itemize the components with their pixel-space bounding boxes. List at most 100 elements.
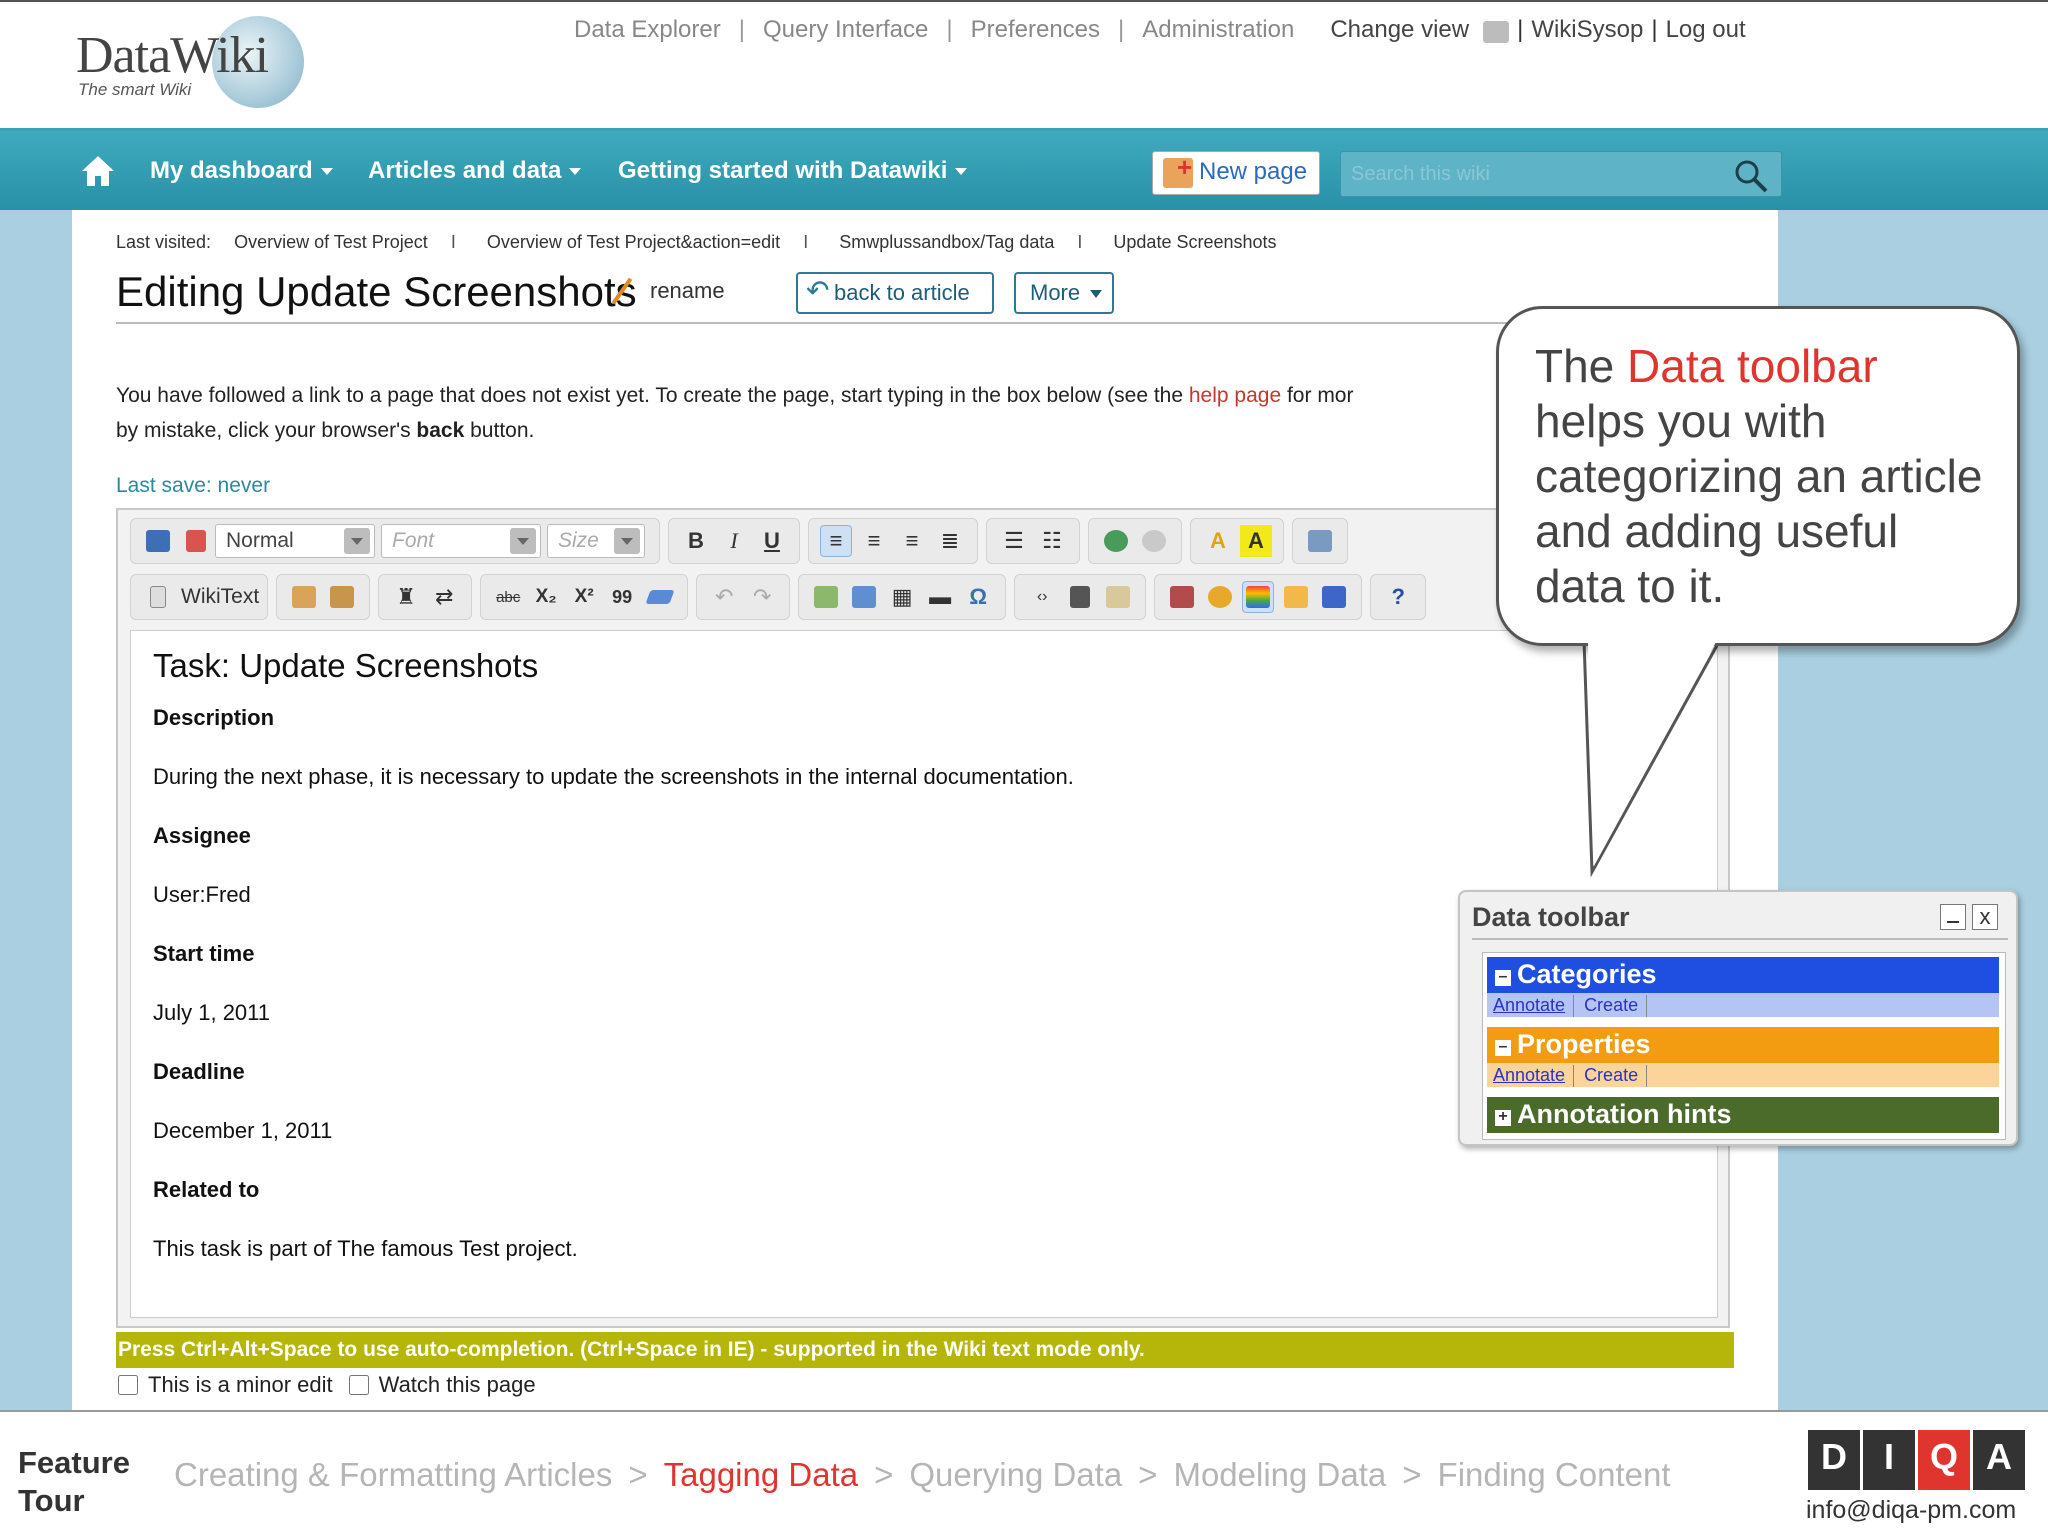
subscript-button[interactable]: X₂: [530, 581, 562, 613]
bullet-list-icon[interactable]: ☷: [1036, 525, 1068, 557]
link-query-interface[interactable]: Query Interface: [763, 16, 928, 44]
strikethrough-button[interactable]: abc: [492, 581, 524, 613]
wikitext-button[interactable]: WikiText: [177, 585, 259, 609]
align-right-icon[interactable]: ≡: [896, 525, 928, 557]
image-icon[interactable]: [810, 581, 842, 613]
more-button[interactable]: More: [1014, 272, 1114, 314]
redo-icon[interactable]: ↷: [746, 581, 778, 613]
expand-icon[interactable]: +: [1495, 1109, 1511, 1126]
tour-step[interactable]: Querying Data: [909, 1456, 1122, 1493]
minimize-icon[interactable]: [1940, 904, 1966, 930]
tour-callout: The Data toolbar helps you with categori…: [1496, 306, 2020, 646]
properties-annotate-link[interactable]: Annotate: [1493, 1065, 1575, 1087]
property-icon[interactable]: [1280, 581, 1312, 613]
help-button[interactable]: ?: [1382, 581, 1414, 613]
query-icon[interactable]: [1204, 581, 1236, 613]
format-select[interactable]: Normal: [215, 524, 375, 558]
align-justify-icon[interactable]: ≣: [934, 525, 966, 557]
last-visited-link[interactable]: Overview of Test Project: [234, 232, 428, 252]
tour-step[interactable]: Creating & Formatting Articles: [174, 1456, 612, 1493]
tour-step[interactable]: Finding Content: [1438, 1456, 1671, 1493]
annotation-hints-header[interactable]: + Annotation hints: [1487, 1097, 1999, 1133]
size-select[interactable]: Size: [547, 524, 645, 558]
special-char-button[interactable]: Ω: [962, 581, 994, 613]
help-page-link[interactable]: help page: [1189, 384, 1281, 407]
datawiki-logo[interactable]: DataWiki The smart Wiki: [72, 16, 304, 108]
background-color-icon[interactable]: A: [1240, 525, 1272, 557]
font-select[interactable]: Font: [381, 524, 541, 558]
back-to-article-button[interactable]: back to article: [796, 272, 994, 314]
annotation-hints-label: Annotation hints: [1517, 1099, 1732, 1129]
text-color-icon[interactable]: A: [1202, 525, 1234, 557]
separator: >: [628, 1456, 648, 1493]
toolbar-group: Normal Font Size: [130, 518, 660, 564]
last-visited-link[interactable]: Smwplussandbox/Tag data: [839, 232, 1054, 252]
underline-button[interactable]: U: [756, 525, 788, 557]
link-log-out[interactable]: Log out: [1666, 16, 1746, 44]
categories-annotate-link[interactable]: Annotate: [1493, 995, 1575, 1017]
assignee-label: Assignee: [153, 823, 251, 848]
properties-section: – Properties Annotate Create: [1487, 1027, 1999, 1087]
unlink-icon[interactable]: [1138, 525, 1170, 557]
maximize-icon[interactable]: [1304, 525, 1336, 557]
last-visited-link[interactable]: Update Screenshots: [1113, 232, 1276, 252]
assignee-value: User:Fred: [153, 882, 251, 907]
divider: [116, 322, 1696, 324]
contact-email[interactable]: info@diqa-pm.com: [1806, 1496, 2016, 1525]
replace-icon[interactable]: ⇄: [428, 581, 460, 613]
content-heading: Task: Update Screenshots: [153, 647, 539, 684]
gallery-icon[interactable]: [1166, 581, 1198, 613]
source-icon[interactable]: ‹›: [1026, 581, 1058, 613]
bold-button[interactable]: B: [680, 525, 712, 557]
change-view-icon[interactable]: [1483, 21, 1510, 43]
properties-create-link[interactable]: Create: [1584, 1065, 1648, 1087]
new-page-button[interactable]: New page: [1152, 151, 1320, 195]
undo-icon[interactable]: ↶: [708, 581, 740, 613]
home-icon[interactable]: [80, 153, 116, 189]
template-icon[interactable]: [1064, 581, 1096, 613]
tour-step-active[interactable]: Tagging Data: [664, 1456, 858, 1493]
collapse-icon[interactable]: –: [1495, 969, 1511, 986]
numbered-list-icon[interactable]: ☰: [998, 525, 1030, 557]
link-icon[interactable]: [1100, 525, 1132, 557]
callout-text: The Data toolbar helps you with categori…: [1535, 339, 1995, 614]
nav-articles-and-data[interactable]: Articles and data: [368, 157, 582, 185]
upload-icon[interactable]: [848, 581, 880, 613]
minor-edit-checkbox[interactable]: [118, 1375, 138, 1395]
collapse-icon[interactable]: –: [1495, 1039, 1511, 1056]
link-change-view[interactable]: Change view: [1330, 16, 1469, 44]
find-icon[interactable]: ♜: [390, 581, 422, 613]
blockquote-button[interactable]: 99: [606, 581, 638, 613]
table-icon[interactable]: ▦: [886, 581, 918, 613]
tour-step[interactable]: Modeling Data: [1173, 1456, 1386, 1493]
paste-icon[interactable]: [288, 581, 320, 613]
superscript-button[interactable]: X²: [568, 581, 600, 613]
link-preferences[interactable]: Preferences: [971, 16, 1100, 44]
watch-page-checkbox[interactable]: [348, 1375, 369, 1395]
remove-format-icon[interactable]: [644, 581, 676, 613]
signature-icon[interactable]: [1102, 581, 1134, 613]
link-user[interactable]: WikiSysop: [1531, 16, 1643, 44]
categories-create-link[interactable]: Create: [1584, 995, 1648, 1017]
exit-icon[interactable]: [180, 525, 212, 557]
search-input[interactable]: [1341, 152, 1701, 196]
properties-header[interactable]: – Properties: [1487, 1027, 1999, 1063]
category-icon[interactable]: [1318, 581, 1350, 613]
link-administration[interactable]: Administration: [1142, 16, 1294, 44]
close-icon[interactable]: x: [1972, 904, 1998, 930]
nav-getting-started[interactable]: Getting started with Datawiki: [618, 157, 968, 185]
rename-link[interactable]: rename: [650, 278, 725, 304]
horizontal-rule-icon[interactable]: ▬: [924, 581, 956, 613]
paste-word-icon[interactable]: [326, 581, 358, 613]
align-center-icon[interactable]: ≡: [858, 525, 890, 557]
last-visited-link[interactable]: Overview of Test Project&action=edit: [487, 232, 780, 252]
save-icon[interactable]: [142, 525, 174, 557]
data-toolbar-icon[interactable]: [1242, 581, 1275, 613]
categories-header[interactable]: – Categories: [1487, 957, 1999, 993]
search-icon[interactable]: [1733, 158, 1769, 194]
italic-button[interactable]: I: [718, 525, 750, 557]
top-links: Data Explorer | Query Interface | Prefer…: [574, 16, 1746, 44]
nav-my-dashboard[interactable]: My dashboard: [150, 157, 333, 185]
align-left-icon[interactable]: ≡: [820, 525, 852, 557]
link-data-explorer[interactable]: Data Explorer: [574, 16, 721, 44]
